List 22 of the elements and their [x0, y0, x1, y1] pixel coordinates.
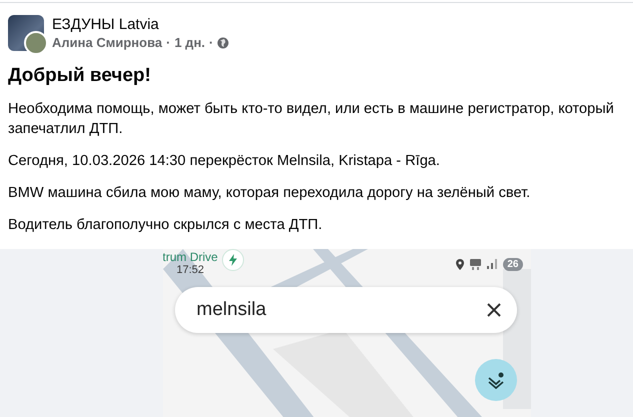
- group-name[interactable]: ЕЗДУНЫ Latvia: [52, 16, 230, 33]
- location-pin-icon: [456, 258, 464, 270]
- network-icon: [470, 258, 482, 270]
- post-time[interactable]: 1 дн.: [174, 35, 206, 50]
- signal-icon: [487, 259, 498, 269]
- search-field[interactable]: melnsila: [174, 287, 516, 333]
- close-icon[interactable]: [486, 303, 500, 317]
- status-clock: 17:52: [176, 265, 204, 276]
- place-label[interactable]: trum Drive: [162, 250, 218, 264]
- separator: ·: [209, 35, 214, 50]
- author-name[interactable]: Алина Смирнова: [52, 35, 162, 50]
- layers-button[interactable]: [474, 359, 516, 401]
- layers-icon: [486, 371, 504, 389]
- post-title: Добрый вечер!: [8, 65, 152, 87]
- post-paragraph: Сегодня, 10.03.2026 14:30 перекрёсток Melnsila, Kristapa - Rīga.: [8, 152, 441, 171]
- post-paragraph: Необходима помощь, может быть кто-то видел, или есть в машине регистратор, который запечатлил ДТП.: [8, 100, 615, 139]
- post-paragraph: BMW машина сбила мою маму, которая переходила дорогу на зелёный свет.: [8, 184, 532, 203]
- battery-level: 26: [503, 258, 522, 270]
- charging-icon[interactable]: [222, 249, 244, 271]
- separator: ·: [166, 35, 170, 50]
- post-paragraph: Водитель благополучно скрылся с места ДТП.: [8, 216, 324, 235]
- globe-icon: [217, 36, 230, 48]
